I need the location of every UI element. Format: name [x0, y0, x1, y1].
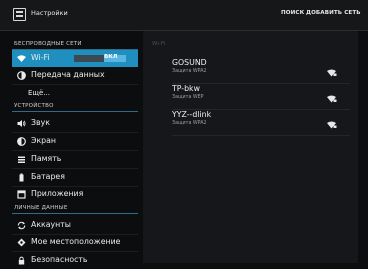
action-bar: Настройки ПОИСК ДОБАВИТЬ СЕТЬ [0, 0, 368, 31]
battery-icon [17, 173, 26, 182]
apps-icon [17, 190, 26, 199]
settings-app-icon[interactable] [13, 8, 26, 21]
sidebar-item-label: Звук [31, 118, 50, 127]
storage-icon [17, 155, 26, 164]
wifi-icon [17, 54, 26, 63]
network-security: Защита WEP [172, 95, 204, 100]
sidebar-item-label: Ещё... [28, 89, 50, 97]
sidebar-item-apps[interactable]: Приложения [12, 186, 138, 203]
sidebar-item-location[interactable]: Мое местоположение [12, 234, 138, 251]
sync-icon [17, 221, 26, 230]
sidebar-item-display[interactable]: Экран [12, 133, 138, 150]
panel-title: Wi-Fi [152, 41, 166, 47]
add-network-action[interactable]: ДОБАВИТЬ СЕТЬ [306, 10, 361, 16]
sidebar-item-label: Экран [31, 136, 56, 145]
section-header-device: УСТРОЙСТВО [14, 103, 54, 109]
display-icon [17, 137, 26, 146]
sidebar-item-label: Wi-Fi [31, 53, 50, 62]
network-name: YYZ--dlink [172, 110, 212, 119]
divider [172, 135, 350, 136]
lock-icon [17, 256, 26, 265]
sidebar-item-label: Приложения [31, 189, 84, 198]
sidebar-item-label: Мое местоположение [31, 237, 121, 246]
sidebar-item-label: Батарея [31, 172, 65, 181]
sidebar-item-label: Аккаунты [31, 220, 71, 229]
wifi-signal-locked-icon [327, 88, 337, 103]
sidebar-item-data-usage[interactable]: Передача данных [12, 67, 138, 84]
wifi-signal-locked-icon [327, 114, 337, 129]
data-usage-icon [17, 71, 26, 80]
sidebar-item-storage[interactable]: Память [12, 151, 138, 168]
sidebar-item-wifi[interactable]: Wi-Fi ВКЛ [12, 50, 138, 67]
sidebar-item-sound[interactable]: Звук [12, 115, 138, 132]
location-icon [17, 238, 26, 247]
sidebar-item-label: Передача данных [31, 70, 105, 79]
network-name: GOSUND [172, 58, 207, 67]
section-header-wireless: БЕСПРОВОДНЫЕ СЕТИ [14, 41, 82, 47]
sidebar-item-accounts[interactable]: Аккаунты [12, 217, 138, 234]
wifi-toggle[interactable] [74, 55, 126, 62]
section-divider [12, 111, 138, 112]
wifi-network-item[interactable]: TP-bkw Защита WEP [162, 84, 350, 110]
wifi-network-item[interactable]: YYZ--dlink Защита WPA2 [162, 110, 350, 136]
app-title: Настройки [31, 9, 68, 17]
sound-icon [17, 119, 26, 128]
section-header-personal: ЛИЧНЫЕ ДАННЫЕ [14, 205, 68, 211]
sidebar-item-battery[interactable]: Батарея [12, 169, 138, 186]
wifi-signal-locked-icon [327, 62, 337, 77]
network-security: Защита WPA2 [172, 121, 207, 126]
sidebar-item-security[interactable]: Безопасность [12, 252, 138, 269]
wifi-network-item[interactable]: GOSUND Защита WPA2 [162, 58, 350, 84]
toggle-state-label: ВКЛ [104, 54, 118, 60]
search-action[interactable]: ПОИСК [281, 10, 304, 16]
section-divider [12, 213, 138, 214]
sidebar-item-label: Память [31, 154, 62, 163]
sidebar-item-more[interactable]: Ещё... [12, 85, 138, 102]
network-security: Защита WPA2 [172, 69, 207, 74]
network-name: TP-bkw [172, 84, 200, 93]
